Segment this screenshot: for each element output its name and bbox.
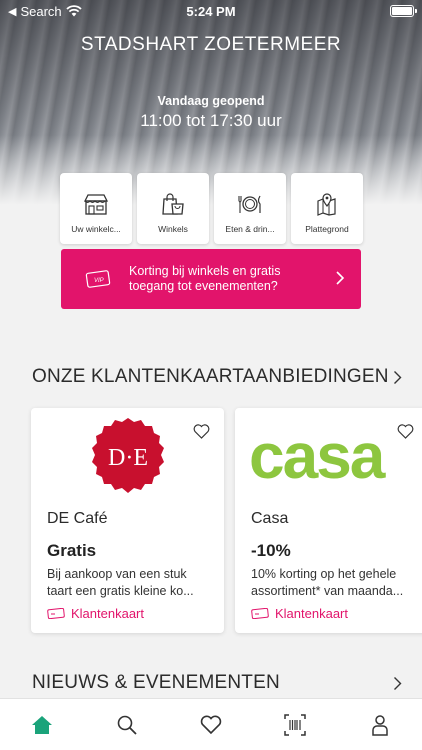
offer-store-name: Casa <box>251 510 289 527</box>
home-icon <box>32 715 53 734</box>
tile-shopping-center[interactable]: Uw winkelc... <box>60 173 132 244</box>
loyalty-card-icon <box>251 608 269 619</box>
vip-banner[interactable]: VIP Korting bij winkels en gratis toegan… <box>61 249 361 309</box>
tile-food-drinks[interactable]: Eten & drin... <box>214 173 286 244</box>
opening-label: Vandaag geopend <box>157 94 265 108</box>
opening-hours: 11:00 tot 17:30 uur <box>140 111 282 130</box>
vip-card-icon: VIP <box>85 270 111 288</box>
chevron-right-icon <box>394 676 402 690</box>
tile-shops[interactable]: Winkels <box>137 173 209 244</box>
offer-tag: Klantenkaart <box>251 606 348 621</box>
tile-map[interactable]: Plattegrond <box>291 173 363 244</box>
heart-icon <box>200 715 222 734</box>
offers-section-title: ONZE KLANTENKAARTAANBIEDINGEN <box>32 366 389 387</box>
tab-search[interactable] <box>107 705 147 745</box>
plate-cutlery-icon <box>238 195 261 213</box>
tile-label: Winkels <box>158 224 188 234</box>
offers-carousel[interactable]: D·E DE Café Gratis Bij aankoop van een s… <box>31 408 422 633</box>
tab-favorites[interactable] <box>191 705 231 745</box>
offer-deal: Gratis <box>47 541 97 560</box>
quick-links: Uw winkelc... Winkels Eten & drin... Pla… <box>60 173 363 244</box>
tab-home[interactable] <box>22 705 62 745</box>
shop-icon <box>83 194 109 215</box>
chevron-right-icon <box>394 370 402 384</box>
de-seal-icon: D·E <box>91 417 164 493</box>
person-icon <box>372 714 388 736</box>
news-section-header[interactable]: NIEUWS & EVENEMENTEN <box>32 672 402 694</box>
tab-bar <box>0 698 422 750</box>
search-icon <box>117 715 137 735</box>
loyalty-card-icon <box>47 608 65 619</box>
map-pin-icon <box>317 193 336 216</box>
tile-label: Eten & drin... <box>225 224 275 234</box>
vip-badge-text: VIP <box>94 278 104 284</box>
offer-card-casa[interactable]: casa Casa -10% 10% korting op het gehele… <box>235 408 422 633</box>
battery-icon <box>390 5 417 17</box>
casa-logo-text: casa <box>249 419 385 492</box>
shopping-bag-icon <box>162 193 184 215</box>
barcode-scan-icon <box>284 713 307 736</box>
de-cafe-logo: D·E <box>31 408 224 503</box>
tile-label: Uw winkelc... <box>71 224 121 234</box>
status-bar: ◀ Search 5:24 PM <box>0 0 422 22</box>
offer-tag-label: Klantenkaart <box>275 606 348 621</box>
offer-store-name: DE Café <box>47 510 108 527</box>
status-time: 5:24 PM <box>186 3 236 19</box>
offer-description: 10% korting op het gehele assortiment* v… <box>251 567 404 598</box>
chevron-right-icon <box>336 271 345 285</box>
tab-profile[interactable] <box>360 705 400 745</box>
offer-description: Bij aankoop van een stuk taart een grati… <box>47 567 194 598</box>
page-title: STADSHART ZOETERMEER <box>80 34 342 55</box>
offer-deal: -10% <box>251 541 291 560</box>
heart-icon[interactable] <box>193 424 210 439</box>
offer-tag-label: Klantenkaart <box>71 606 144 621</box>
offer-tag: Klantenkaart <box>47 606 144 621</box>
de-logo-text: D·E <box>108 445 148 471</box>
offers-section-header[interactable]: ONZE KLANTENKAARTAANBIEDINGEN <box>32 366 402 388</box>
heart-icon[interactable] <box>397 424 414 439</box>
tile-label: Plattegrond <box>305 224 349 234</box>
casa-logo: casa <box>235 408 422 503</box>
offer-card-de-cafe[interactable]: D·E DE Café Gratis Bij aankoop van een s… <box>31 408 224 633</box>
tab-scan[interactable] <box>275 705 315 745</box>
news-section-title: NIEUWS & EVENEMENTEN <box>32 672 280 693</box>
vip-banner-text: Korting bij winkels en gratis toegang to… <box>129 264 281 293</box>
